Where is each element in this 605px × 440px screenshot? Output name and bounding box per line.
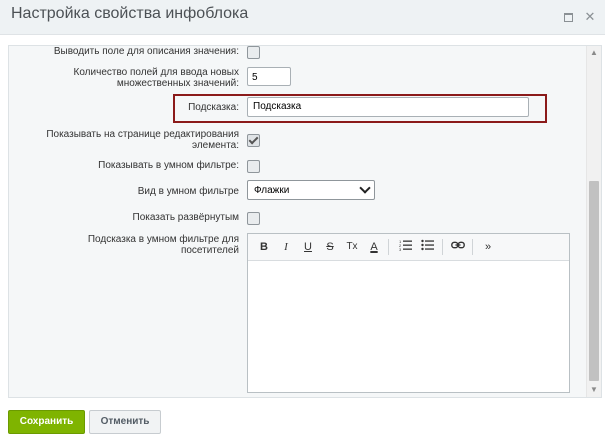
smart-filter-hint-label: Подсказка в умном фильтре для посетителе… <box>87 234 239 256</box>
description-field-label: Выводить поле для описания значения: <box>53 46 239 57</box>
save-button[interactable]: Сохранить <box>8 410 85 434</box>
unordered-list-icon[interactable] <box>420 239 436 255</box>
editor-toolbar: B I U S Tx A 123 » <box>248 234 569 261</box>
editor-body[interactable] <box>248 261 569 392</box>
text-color-button[interactable]: A <box>366 239 382 255</box>
smart-filter-checkbox[interactable] <box>247 160 260 173</box>
smart-filter-hint-editor[interactable]: B I U S Tx A 123 » <box>247 233 570 393</box>
toolbar-separator <box>472 239 473 255</box>
cancel-button[interactable]: Отменить <box>89 410 161 434</box>
show-expanded-checkbox[interactable] <box>247 212 260 225</box>
scroll-thumb[interactable] <box>589 181 599 381</box>
link-icon[interactable] <box>450 239 466 255</box>
dialog-titlebar: Настройка свойства инфоблока ✕ <box>0 0 605 35</box>
scroll-up-icon[interactable]: ▲ <box>587 46 601 60</box>
toolbar-separator <box>388 239 389 255</box>
bold-button[interactable]: B <box>256 239 272 255</box>
toolbar-separator <box>442 239 443 255</box>
ordered-list-icon[interactable]: 123 <box>398 239 414 255</box>
more-button[interactable]: » <box>480 239 496 255</box>
scroll-down-icon[interactable]: ▼ <box>587 383 601 397</box>
hint-input[interactable]: Подсказка <box>247 97 529 117</box>
italic-button[interactable]: I <box>278 239 294 255</box>
maximize-icon[interactable] <box>562 11 574 23</box>
smart-filter-view-label: Вид в умном фильтре <box>137 186 239 197</box>
hint-label: Подсказка: <box>188 102 239 113</box>
smart-filter-label: Показывать в умном фильтре: <box>98 160 239 171</box>
description-field-checkbox[interactable] <box>247 46 260 59</box>
show-on-edit-label: Показывать на странице редактирования эл… <box>46 129 239 151</box>
close-icon[interactable]: ✕ <box>584 10 596 23</box>
underline-button[interactable]: U <box>300 239 316 255</box>
svg-text:3: 3 <box>399 247 402 251</box>
show-on-edit-checkbox[interactable] <box>247 134 260 147</box>
vertical-scrollbar[interactable]: ▲ ▼ <box>586 46 601 397</box>
show-expanded-label: Показать развёрнутым <box>132 212 239 223</box>
strikethrough-button[interactable]: S <box>322 239 338 255</box>
clear-format-button[interactable]: Tx <box>344 239 360 255</box>
multi-count-label: Количество полей для ввода новых множест… <box>73 67 239 89</box>
dialog-title: Настройка свойства инфоблока <box>11 5 249 22</box>
smart-filter-view-select[interactable]: Флажки <box>247 180 375 200</box>
multi-count-input[interactable]: 5 <box>247 67 291 86</box>
chevron-down-icon <box>359 182 371 194</box>
form-panel: Выводить поле для описания значения: Кол… <box>8 45 602 398</box>
